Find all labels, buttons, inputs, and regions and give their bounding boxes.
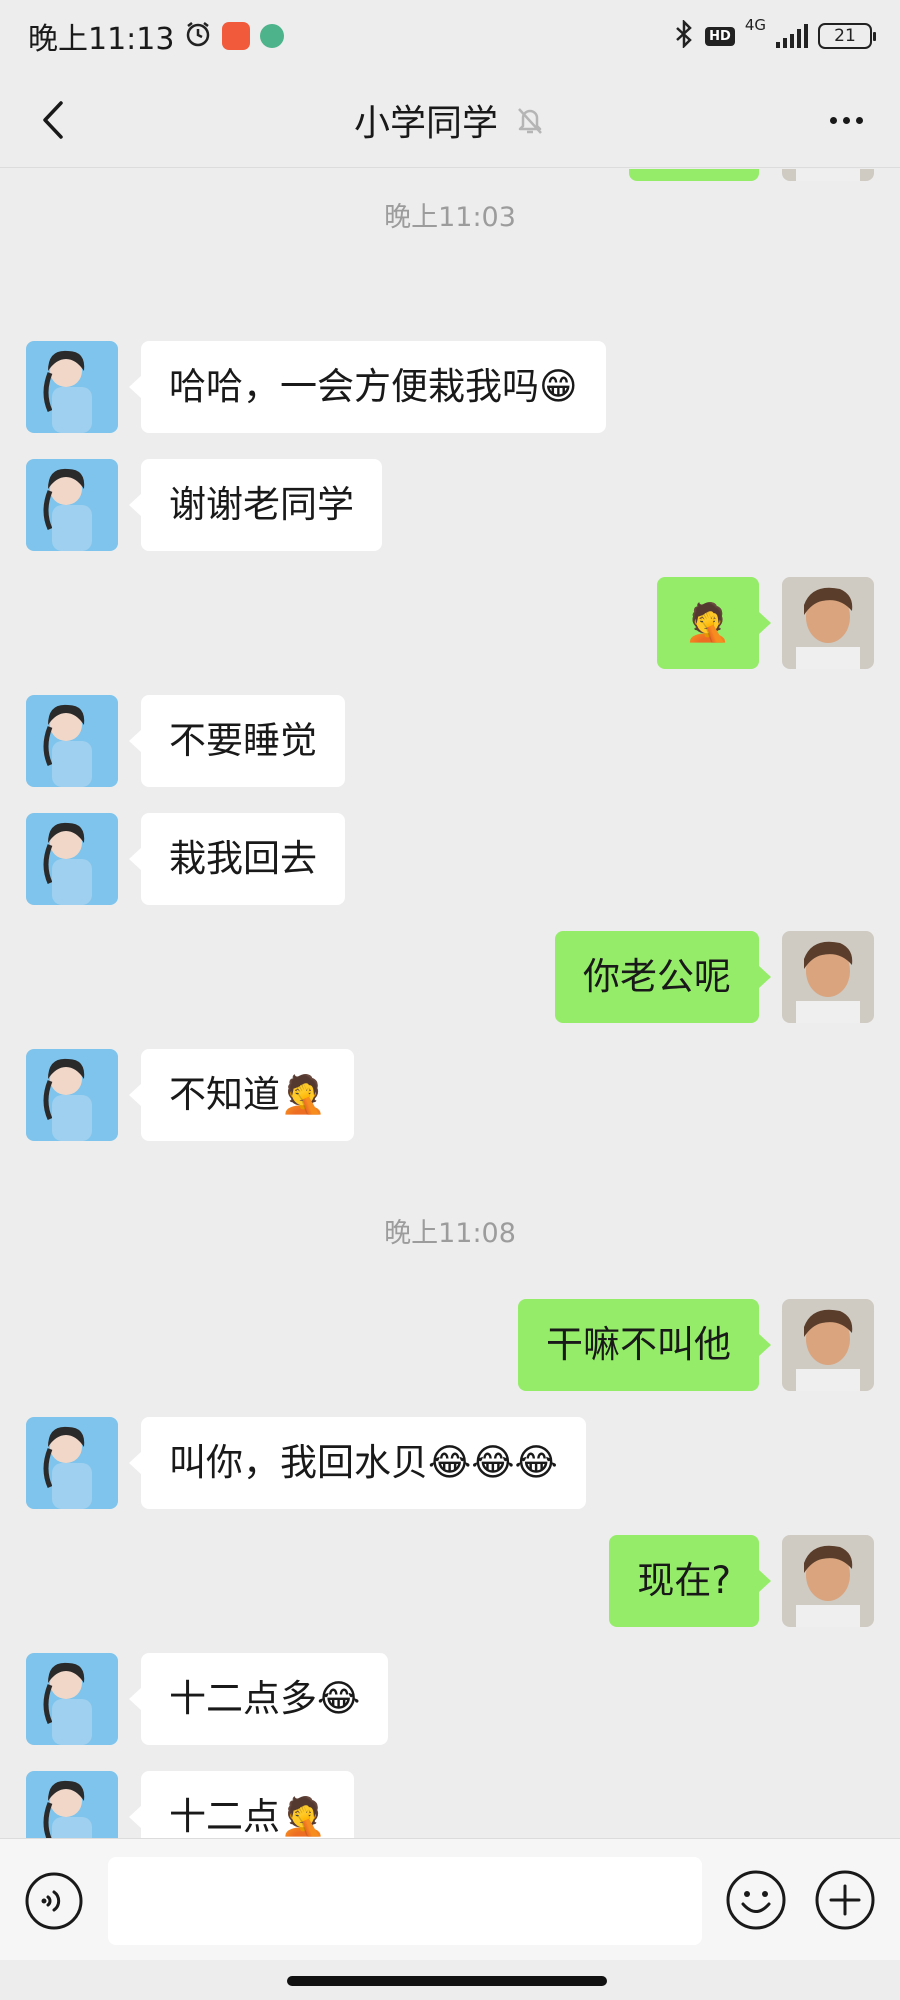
message-bubble-partial[interactable]: [629, 169, 759, 181]
message-row: 十二点多😂: [0, 1653, 900, 1745]
message-bubble[interactable]: 哈哈，一会方便栽我吗😁: [129, 341, 606, 433]
network-label: 4G: [744, 16, 766, 34]
status-time: 晚上11:13: [28, 22, 175, 57]
smiley-icon: [726, 1870, 786, 1930]
message-input[interactable]: [108, 1857, 702, 1945]
message-bubble[interactable]: 十二点🤦: [128, 1771, 355, 1838]
more-functions-button[interactable]: [814, 1869, 876, 1931]
emoji-button[interactable]: [725, 1869, 787, 1931]
more-options-button[interactable]: [818, 94, 874, 146]
message-row: 栽我回去: [0, 813, 900, 905]
battery-level: 21: [834, 26, 856, 46]
voice-icon: [25, 1872, 83, 1930]
message-row: 哈哈，一会方便栽我吗😁: [0, 341, 900, 433]
avatar-contact[interactable]: [26, 1417, 118, 1509]
signal-icon: [776, 24, 808, 48]
message-bubble[interactable]: 你老公呢: [555, 931, 771, 1023]
status-right: HD 4G 21: [673, 16, 876, 52]
home-indicator[interactable]: [287, 1976, 607, 1986]
message-bubble[interactable]: 现在?: [609, 1535, 771, 1627]
message-row: 你老公呢: [0, 931, 900, 1023]
message-bubble[interactable]: 叫你，我回水贝😂😂😂: [129, 1417, 586, 1509]
app-notification-icon: [222, 22, 251, 50]
alarm-icon: [184, 20, 212, 52]
status-notification-icons: [184, 20, 285, 52]
avatar-contact[interactable]: [26, 1049, 118, 1141]
status-bar: 晚上11:13 HD 4G 21: [0, 0, 900, 72]
message-bubble[interactable]: 十二点多😂: [128, 1653, 389, 1745]
bluetooth-icon: [673, 18, 695, 52]
chevron-left-icon: [43, 101, 63, 139]
avatar-self[interactable]: [782, 931, 874, 1023]
message-row: 不要睡觉: [0, 695, 900, 787]
input-bar: [0, 1838, 900, 1960]
chat-messages[interactable]: 晚上11:03 哈哈，一会方便栽我吗😁 谢谢老同学 🤦 不要睡觉 栽我回去 你老…: [0, 169, 900, 1838]
avatar-contact[interactable]: [26, 341, 118, 433]
message-row: 干嘛不叫他: [0, 1299, 900, 1391]
app-notification-icon-2: [260, 24, 285, 48]
nav-bar: 小学同学: [0, 72, 900, 168]
avatar-contact[interactable]: [26, 1653, 118, 1745]
avatar-contact[interactable]: [26, 459, 118, 551]
message-bubble[interactable]: 谢谢老同学: [129, 459, 382, 551]
message-bubble[interactable]: 栽我回去: [129, 813, 345, 905]
avatar-contact[interactable]: [26, 1771, 118, 1838]
avatar-contact[interactable]: [26, 695, 118, 787]
avatar-contact[interactable]: [26, 813, 118, 905]
chat-title: 小学同学: [353, 102, 498, 144]
bell-off-icon: [514, 104, 546, 136]
message-row: 现在?: [0, 1535, 900, 1627]
message-row-partial: [0, 169, 900, 181]
timestamp: 晚上11:08: [384, 1218, 516, 1249]
more-dots-icon: [829, 116, 837, 124]
message-bubble[interactable]: 不要睡觉: [129, 695, 345, 787]
message-bubble[interactable]: 🤦: [656, 577, 772, 669]
message-row: 不知道🤦: [0, 1049, 900, 1141]
message-row: 谢谢老同学: [0, 459, 900, 551]
message-bubble[interactable]: 不知道🤦: [128, 1049, 355, 1141]
hd-badge: HD: [705, 26, 735, 46]
message-row: 叫你，我回水贝😂😂😂: [0, 1417, 900, 1509]
avatar-self[interactable]: [782, 577, 874, 669]
message-row: 🤦: [0, 577, 900, 669]
avatar-self[interactable]: [782, 169, 874, 181]
message-bubble[interactable]: 干嘛不叫他: [518, 1299, 771, 1391]
voice-input-button[interactable]: [24, 1871, 84, 1931]
timestamp: 晚上11:03: [384, 202, 516, 233]
message-row: 十二点🤦: [0, 1771, 900, 1838]
plus-circle-icon: [815, 1870, 875, 1930]
battery-icon: 21: [818, 23, 876, 49]
back-button[interactable]: [28, 94, 80, 146]
avatar-self[interactable]: [782, 1535, 874, 1627]
avatar-self[interactable]: [782, 1299, 874, 1391]
